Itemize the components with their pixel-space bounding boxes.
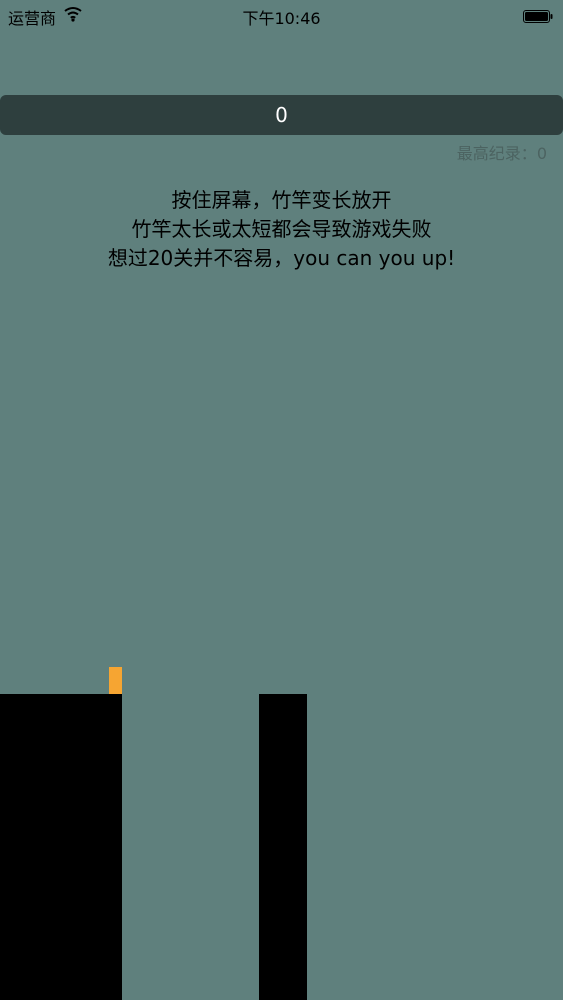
instruction-line: 按住屏幕，竹竿变长放开 [171,188,392,212]
stick-hero-player [109,667,122,694]
battery-icon [523,8,553,23]
game-instructions: 按住屏幕，竹竿变长放开 竹竿太长或太短都会导致游戏失败 想过20关并不容易，yo… [0,186,563,273]
score-display: 0 [0,95,563,135]
instruction-line: 想过20关并不容易，you can you up! [107,246,456,270]
instruction-line: 竹竿太长或太短都会导致游戏失败 [131,217,432,241]
best-record: 最高纪录：0 [457,140,547,164]
status-time: 下午10:46 [242,9,321,28]
best-record-label: 最高纪录： [456,144,537,163]
status-bar: 运营商 下午10:46 [0,0,563,30]
current-pillar [0,694,122,1000]
best-record-value: 0 [536,144,547,163]
target-pillar [259,694,307,1000]
